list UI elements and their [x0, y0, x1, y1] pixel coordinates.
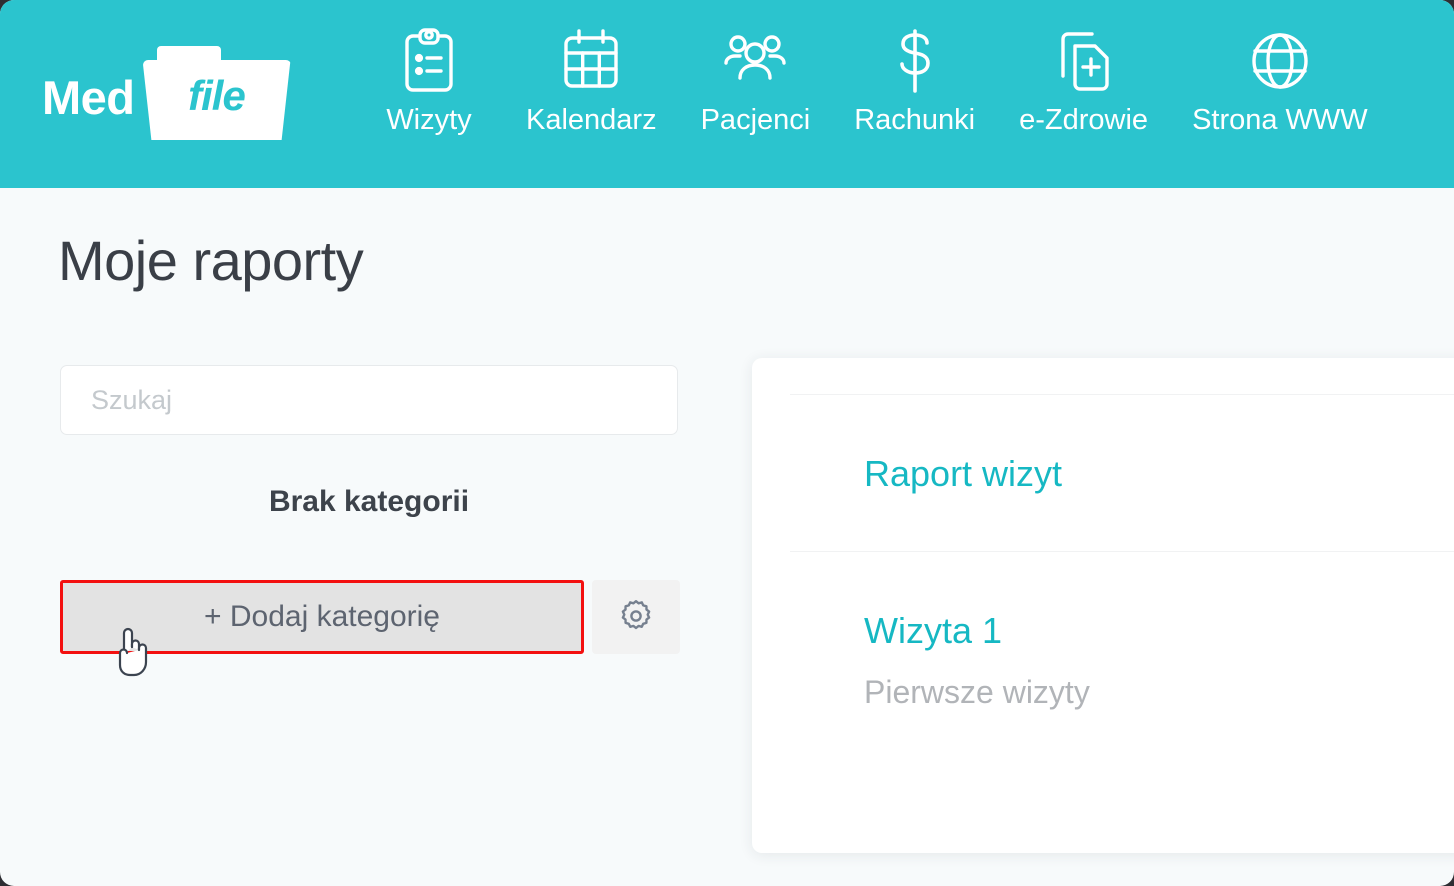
clipboard-icon	[401, 24, 457, 98]
people-group-icon	[722, 24, 788, 98]
add-category-label: + Dodaj kategorię	[204, 600, 440, 633]
dollar-sign-icon	[891, 24, 939, 98]
brand-text-med: Med	[42, 70, 135, 124]
nav-label-e-zdrowie: e-Zdrowie	[1019, 104, 1149, 136]
nav-item-wizyty[interactable]: Wizyty	[354, 24, 504, 137]
brand-logo[interactable]: Med file	[42, 39, 332, 149]
nav-item-kalendarz[interactable]: Kalendarz	[504, 24, 679, 137]
search-input[interactable]	[60, 365, 678, 435]
calendar-icon	[561, 24, 621, 98]
nav-label-pacjenci: Pacjenci	[700, 104, 811, 136]
nav-item-strona-www[interactable]: Strona WWW	[1170, 24, 1390, 137]
nav-item-rachunki[interactable]: Rachunki	[832, 24, 997, 137]
reports-panel: Raport wizyt Wizyta 1 Pierwsze wizyty	[752, 358, 1454, 853]
nav-label-strona-www: Strona WWW	[1192, 104, 1368, 136]
nav-label-kalendarz: Kalendarz	[526, 104, 657, 136]
add-category-button[interactable]: + Dodaj kategorię	[60, 580, 584, 654]
page-title: Moje raporty	[58, 229, 364, 292]
nav-item-e-zdrowie[interactable]: e-Zdrowie	[997, 24, 1170, 137]
folder-icon: file	[142, 46, 291, 142]
empty-category-message: Brak kategorii	[268, 485, 470, 518]
medical-document-plus-icon	[1053, 24, 1115, 98]
report-title[interactable]: Wizyta 1	[864, 610, 1002, 652]
main-nav: Wizyty Kalendarz Pacjenci Rachunki e-Zdr…	[354, 24, 1390, 164]
report-subtitle: Pierwsze wizyty	[864, 674, 1090, 710]
report-item-raport-wizyt[interactable]: Raport wizyt	[752, 395, 1454, 551]
report-title[interactable]: Raport wizyt	[864, 453, 1062, 495]
nav-label-rachunki: Rachunki	[854, 104, 976, 136]
brand-text-file: file	[188, 71, 246, 119]
nav-label-wizyty: Wizyty	[386, 104, 472, 136]
category-actions-row: + Dodaj kategorię	[60, 580, 680, 654]
gear-icon	[617, 597, 655, 638]
category-settings-button[interactable]	[592, 580, 680, 654]
app-window: Med file Wizyty Kalendarz Pacjenci Rachu…	[0, 0, 1454, 886]
top-navigation-bar: Med file Wizyty Kalendarz Pacjenci Rachu…	[0, 0, 1454, 188]
report-item-wizyta-1[interactable]: Wizyta 1 Pierwsze wizyty	[752, 552, 1454, 711]
globe-icon	[1249, 24, 1311, 98]
nav-item-pacjenci[interactable]: Pacjenci	[679, 24, 833, 137]
